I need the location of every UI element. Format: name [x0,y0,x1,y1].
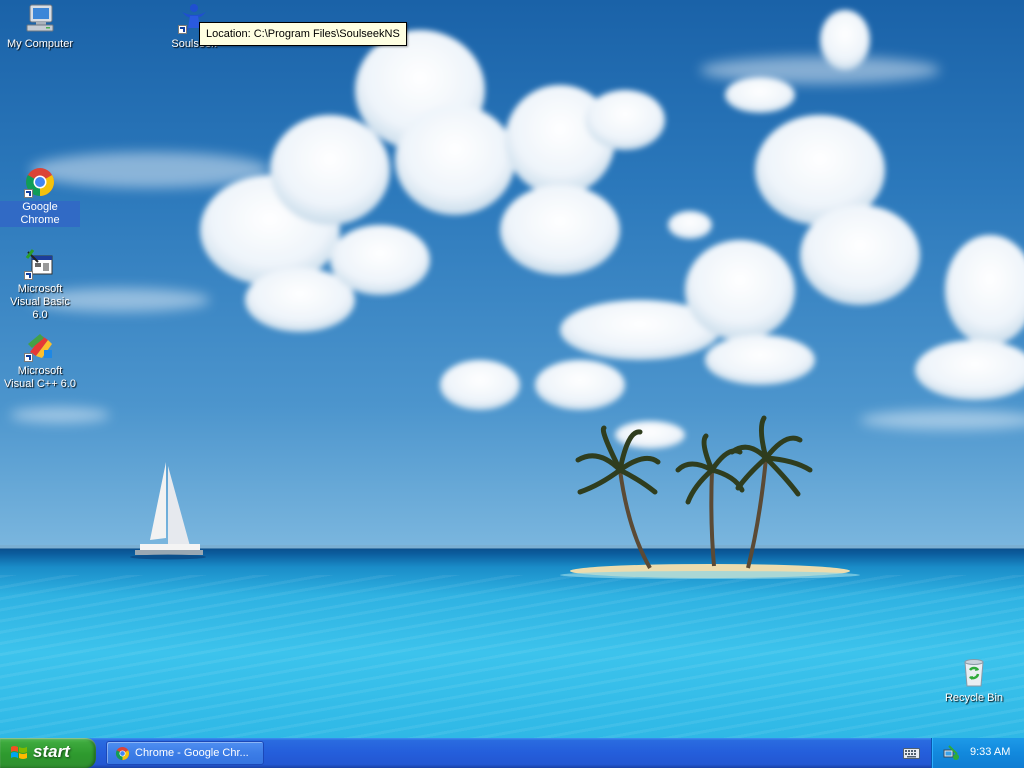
desktop-icon-recycle-bin[interactable]: Recycle Bin [934,656,1014,706]
recycle-bin-icon [958,656,990,688]
visual-cpp-icon [24,330,56,362]
sailboat [130,462,206,560]
chrome-icon [24,166,56,198]
shortcut-arrow-icon [24,353,33,362]
icon-tooltip: Location: C:\Program Files\SoulseekNS [199,22,407,46]
windows-logo-icon [11,746,27,759]
taskbar-button-chrome[interactable]: Chrome - Google Chr... [106,741,264,765]
desktop-icon-visual-basic[interactable]: Microsoft Visual Basic 6.0 [0,248,80,323]
desktop-icon-label: My Computer [6,38,74,50]
shortcut-arrow-icon [178,25,187,34]
taskbar-button-label: Chrome - Google Chr... [135,747,249,759]
visual-basic-icon [24,248,56,280]
system-tray: 9:33 AM [931,738,1024,768]
palm-island [560,415,860,579]
clock[interactable]: 9:33 AM [970,746,1010,758]
start-button[interactable]: start [0,738,96,768]
shortcut-arrow-icon [24,189,33,198]
shortcut-arrow-icon [24,271,33,280]
chrome-icon [115,746,130,761]
desktop-icon-visual-cpp[interactable]: Microsoft Visual C++ 6.0 [0,330,80,392]
desktop-icon-label: Google Chrome [0,201,80,227]
keyboard-icon[interactable] [903,746,920,759]
desktop-icon-label: Microsoft Visual C++ 6.0 [4,365,76,390]
desktop-icon-google-chrome[interactable]: Google Chrome [0,166,80,228]
desktop-icon-label: Microsoft Visual Basic 6.0 [10,283,70,321]
start-label: start [33,742,70,761]
desktop-wallpaper [0,0,1024,738]
network-icon[interactable] [943,745,959,761]
desktop-icon-label: Recycle Bin [944,692,1004,704]
wallpaper-scenery [0,10,1024,579]
desktop-icon-my-computer[interactable]: My Computer [0,2,80,52]
my-computer-icon [24,2,56,34]
taskbar: start Chrome - Google Chr... 9:33 AM [0,738,1024,768]
